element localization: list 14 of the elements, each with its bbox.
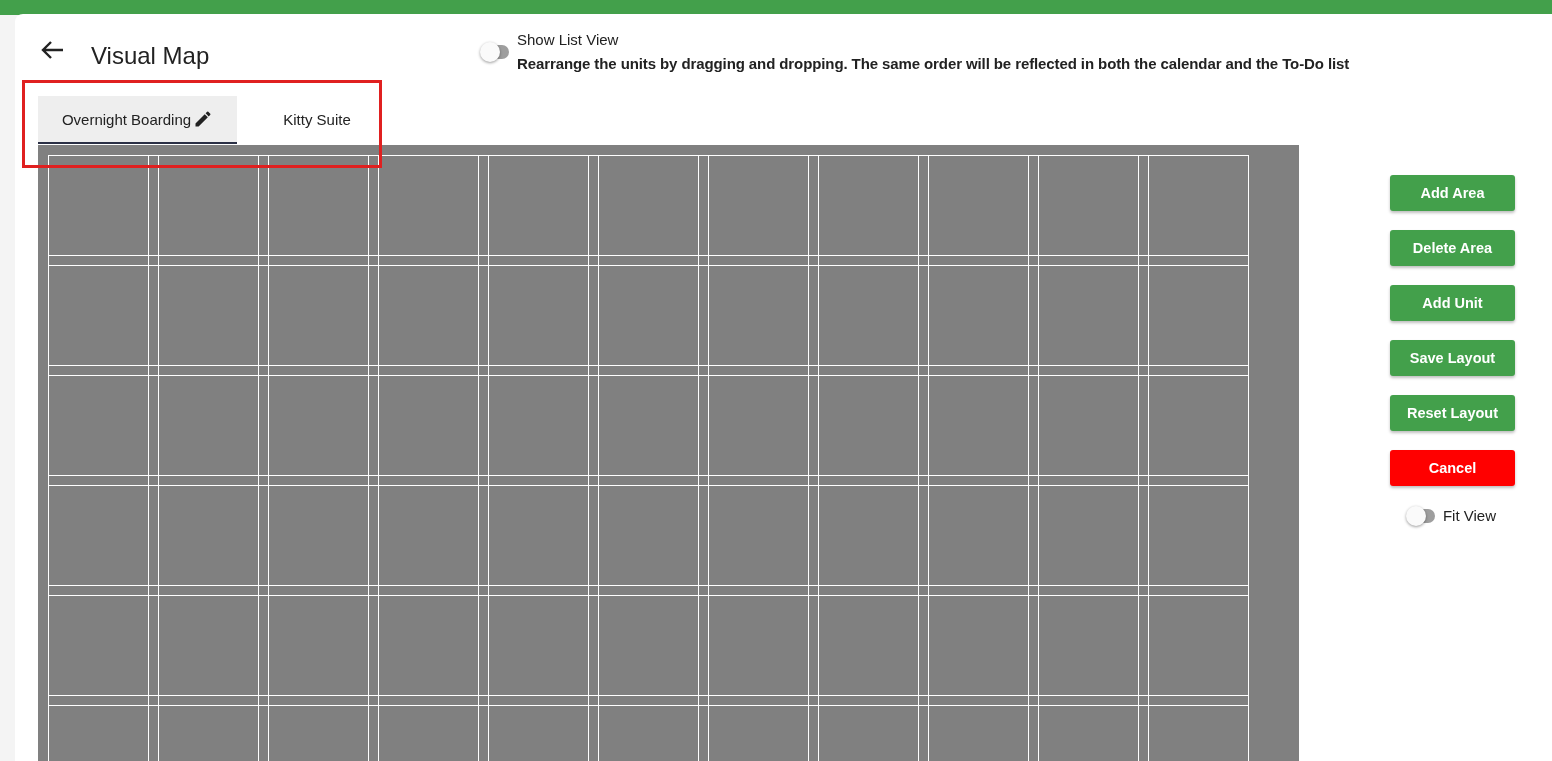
action-button[interactable]: Delete Area bbox=[1390, 230, 1515, 266]
list-view-toggle[interactable] bbox=[483, 44, 509, 59]
action-button[interactable]: Save Layout bbox=[1390, 340, 1515, 376]
back-icon[interactable] bbox=[40, 40, 64, 60]
action-button[interactable]: Cancel bbox=[1390, 450, 1515, 486]
fit-view-toggle[interactable] bbox=[1408, 508, 1435, 523]
toggle-label: Show List View bbox=[517, 31, 620, 48]
action-button[interactable]: Reset Layout bbox=[1390, 395, 1515, 431]
page-title: Visual Map bbox=[91, 42, 211, 70]
toggle-label: Fit View bbox=[1442, 507, 1497, 524]
action-button[interactable]: Add Unit bbox=[1390, 285, 1515, 321]
instruction-text: Rearrange the units by dragging and dropping. The same order will be reflected in both the calendar and the To-Do list bbox=[517, 55, 1350, 72]
action-button[interactable]: Add Area bbox=[1390, 175, 1515, 211]
area-tab[interactable]: Overnight Boarding bbox=[38, 96, 237, 144]
